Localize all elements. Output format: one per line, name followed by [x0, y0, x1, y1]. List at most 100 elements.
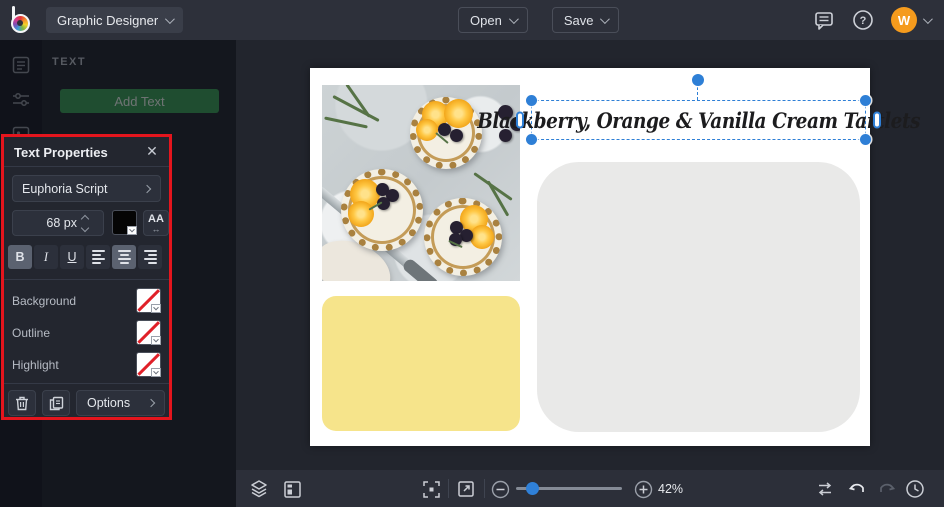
copy-icon	[49, 396, 64, 411]
top-bar: Graphic Designer Open Save	[0, 0, 944, 40]
highlight-color-swatch[interactable]	[136, 352, 161, 377]
stepper-up-icon	[81, 214, 89, 222]
background-color-swatch[interactable]	[136, 288, 161, 313]
zoom-slider[interactable]	[516, 487, 622, 490]
align-left-button[interactable]	[86, 245, 110, 269]
save-button[interactable]: Save	[552, 7, 620, 33]
underline-button[interactable]: U	[60, 245, 84, 269]
zoom-slider-knob[interactable]	[526, 482, 539, 495]
fit-screen-button[interactable]	[420, 478, 442, 500]
panel-footer: Options	[8, 390, 165, 416]
zoom-out-button[interactable]	[489, 478, 511, 500]
align-left-icon	[92, 250, 105, 264]
layers-button[interactable]	[248, 478, 270, 500]
app-window: Graphic Designer Open Save	[0, 0, 944, 507]
swatch-dropdown	[127, 226, 137, 235]
question-icon: ?	[852, 9, 874, 31]
plus-circle-icon	[634, 480, 653, 499]
canvas-area[interactable]: Blackberry, Orange & Vanilla Cream Tartl…	[236, 40, 944, 470]
swatch-dropdown	[151, 336, 161, 345]
text-color-swatch[interactable]	[112, 210, 137, 235]
align-right-button[interactable]	[138, 245, 162, 269]
outline-row: Outline	[12, 320, 161, 345]
resize-handle-se[interactable]	[860, 134, 871, 145]
gray-rounded-rect[interactable]	[537, 162, 860, 432]
templates-button[interactable]	[281, 478, 303, 500]
swatch-dropdown	[151, 304, 161, 313]
swatch-dropdown	[151, 368, 161, 377]
chevron-down-icon	[600, 14, 610, 24]
highlight-row: Highlight	[12, 352, 161, 377]
open-button[interactable]: Open	[458, 7, 528, 33]
zoom-percentage: 42%	[658, 482, 683, 496]
spacing-arrow-icon: ↔	[152, 225, 161, 233]
highlight-label: Highlight	[12, 358, 59, 372]
bold-button[interactable]: B	[8, 245, 32, 269]
close-icon[interactable]: ✕	[143, 142, 161, 160]
befunky-logo-icon	[10, 6, 34, 34]
outline-color-swatch[interactable]	[136, 320, 161, 345]
undo-icon	[847, 480, 867, 498]
layers-icon	[249, 479, 269, 499]
fit-screen-icon	[422, 480, 441, 499]
chevron-down-icon	[509, 14, 519, 24]
bottom-toolbar: 42%	[236, 470, 944, 507]
align-center-icon	[118, 250, 131, 264]
font-name: Euphoria Script	[13, 182, 144, 196]
font-size-stepper[interactable]	[82, 216, 88, 231]
options-button[interactable]: Options	[76, 390, 165, 416]
layout-icon	[283, 480, 302, 499]
font-size-input[interactable]	[13, 211, 77, 235]
align-center-button[interactable]	[112, 245, 136, 269]
background-row: Background	[12, 288, 161, 313]
selected-text-element[interactable]: Blackberry, Orange & Vanilla Cream Tartl…	[531, 100, 866, 140]
redo-icon	[877, 480, 897, 498]
chevron-down-icon	[923, 14, 933, 24]
letter-case-button[interactable]: AA ↔	[143, 210, 169, 236]
file-actions: Open Save	[458, 7, 619, 33]
chevron-right-icon	[147, 399, 155, 407]
undo-button[interactable]	[846, 478, 868, 500]
resize-handle-w[interactable]	[516, 112, 524, 129]
align-right-icon	[144, 250, 157, 264]
duplicate-button[interactable]	[42, 390, 70, 416]
app-menu-label: Graphic Designer	[57, 13, 158, 28]
design-page[interactable]: Blackberry, Orange & Vanilla Cream Tartl…	[310, 68, 870, 446]
minus-circle-icon	[491, 480, 510, 499]
resize-view-button[interactable]	[455, 478, 477, 500]
resize-handle-sw[interactable]	[526, 134, 537, 145]
help-button[interactable]: ?	[852, 9, 874, 31]
zoom-in-button[interactable]	[632, 478, 654, 500]
italic-button[interactable]: I	[34, 245, 58, 269]
chevron-right-icon	[143, 184, 151, 192]
delete-button[interactable]	[8, 390, 36, 416]
rotation-handle[interactable]	[692, 74, 704, 86]
account-button[interactable]: W	[891, 7, 930, 33]
feedback-button[interactable]	[813, 9, 835, 31]
text-properties-panel: Text Properties ✕ Euphoria Script AA ↔ B…	[1, 134, 172, 420]
panel-header: Text Properties ✕	[4, 137, 169, 167]
font-family-selector[interactable]: Euphoria Script	[12, 175, 161, 202]
compare-button[interactable]	[814, 478, 836, 500]
resize-handle-ne[interactable]	[860, 95, 871, 106]
clock-icon	[905, 479, 925, 499]
open-in-new-icon	[457, 480, 475, 498]
avatar: W	[891, 7, 917, 33]
topbar-right: ? W	[813, 0, 930, 40]
background-label: Background	[12, 294, 76, 308]
yellow-rounded-rect[interactable]	[322, 296, 520, 431]
chat-icon	[813, 9, 835, 31]
chevron-down-icon	[165, 14, 175, 24]
redo-button[interactable]	[876, 478, 898, 500]
stepper-down-icon	[81, 223, 89, 231]
resize-handle-e[interactable]	[873, 112, 881, 129]
resize-handle-nw[interactable]	[526, 95, 537, 106]
svg-text:?: ?	[860, 15, 867, 27]
panel-header-title: Text Properties	[14, 145, 108, 160]
compare-arrows-icon	[815, 481, 835, 497]
font-size-field[interactable]	[12, 210, 104, 236]
app-menu-button[interactable]: Graphic Designer	[46, 7, 183, 33]
text-style-bar: B I U	[8, 245, 162, 269]
history-button[interactable]	[904, 478, 926, 500]
text-content: Blackberry, Orange & Vanilla Cream Tartl…	[477, 108, 920, 133]
